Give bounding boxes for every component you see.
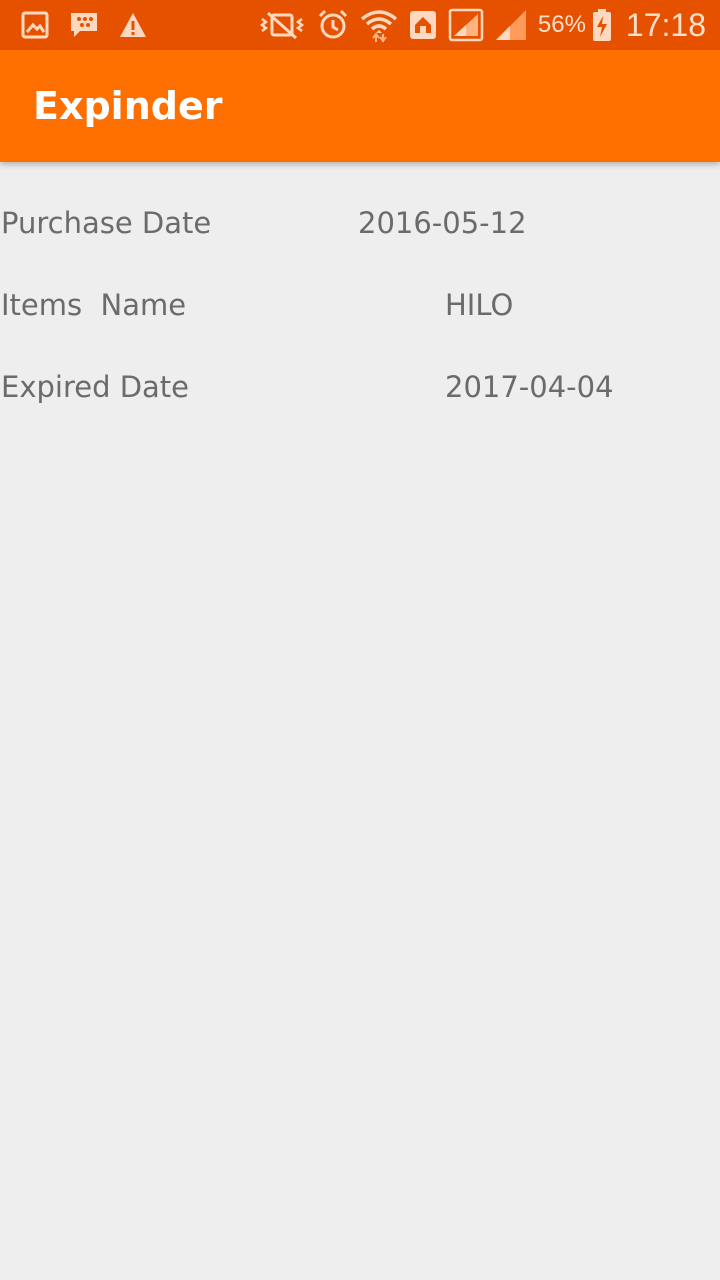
expired-date-label: Expired Date [1,370,190,404]
expired-date-row: Expired Date 2017-04-04 [0,358,720,418]
item-name-row: Items Name HILO [0,276,720,336]
notification-icons [20,9,148,41]
wifi-icon [360,7,398,43]
home-icon [408,9,438,41]
warning-icon [118,10,148,40]
signal-icon-2 [494,8,528,42]
item-name-label: Items Name [1,288,187,322]
battery-percent: 56% [537,11,586,38]
app-bar: Expinder [0,50,720,162]
expired-date-value: 2017-04-04 [445,370,614,404]
purchase-date-row: Purchase Date 2016-05-12 [0,194,720,254]
item-name-value: HILO [445,288,514,322]
signal-icon [448,8,484,42]
status-bar: 56% 17:18 [0,0,720,50]
clock: 17:18 [625,6,706,43]
alarm-icon [316,8,350,42]
system-icons: 56% 17:18 [258,6,706,44]
purchase-date-value: 2016-05-12 [358,206,527,240]
purchase-date-label: Purchase Date [1,206,212,240]
bbm-icon [68,10,100,40]
app-title: Expinder [33,84,223,128]
battery-charging-icon [592,8,612,42]
gallery-icon [20,10,50,40]
vibrate-icon [258,10,306,40]
